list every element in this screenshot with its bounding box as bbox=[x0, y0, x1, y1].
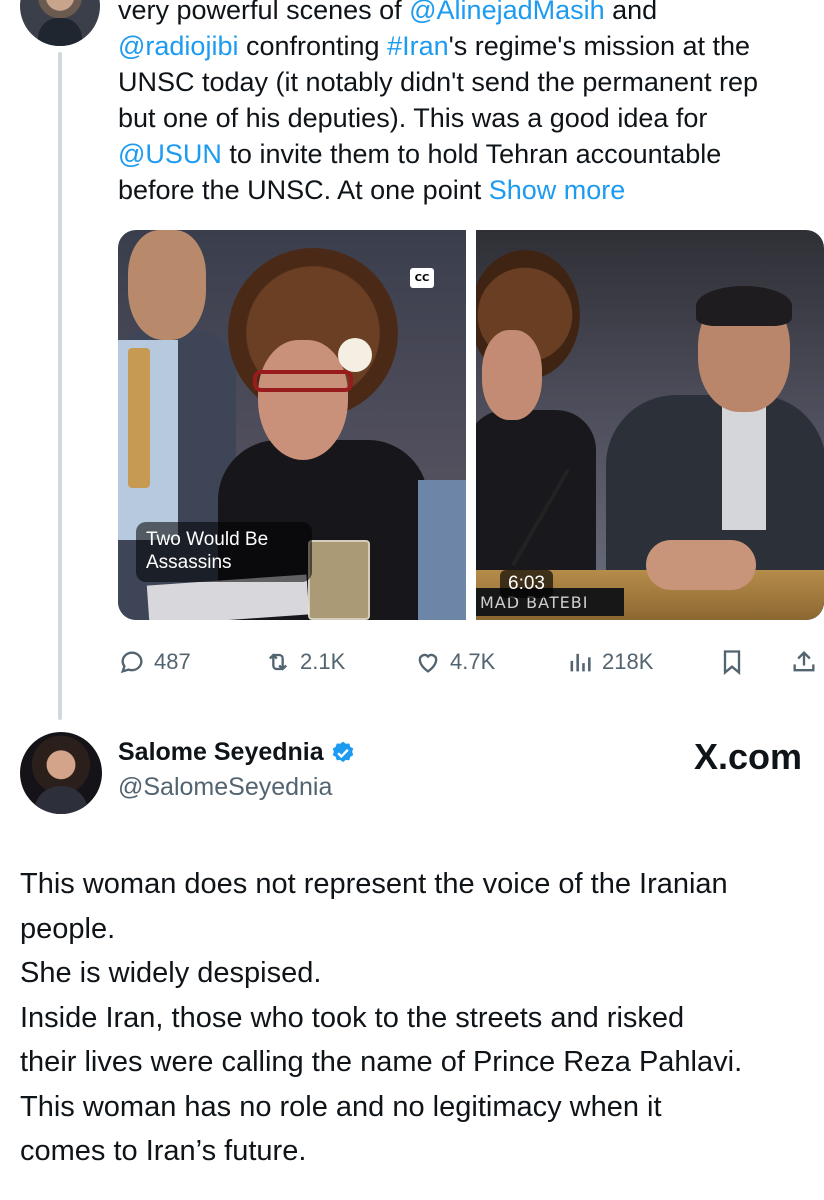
reply-button[interactable]: 487 bbox=[118, 644, 191, 680]
tweet-text-segment: 's regime's mission at the bbox=[448, 31, 751, 61]
reply-author-name[interactable]: Salome Seyednia bbox=[118, 738, 324, 767]
reply-icon bbox=[120, 651, 143, 674]
show-more-link[interactable]: Show more bbox=[489, 175, 626, 205]
reply-author-name-row[interactable]: Salome Seyednia bbox=[118, 738, 356, 767]
media-video-right[interactable]: MAD BATEBI 6:03 bbox=[476, 230, 824, 620]
tweet-link[interactable]: #Iran bbox=[387, 31, 449, 61]
media-figure bbox=[482, 330, 542, 420]
reply-author-handle[interactable]: @SalomeSeyednia bbox=[118, 773, 332, 802]
reply-text-line: She is widely despised. bbox=[20, 957, 322, 989]
tweet-line: UNSC today (it notably didn't send the p… bbox=[118, 64, 808, 100]
views-icon bbox=[570, 653, 591, 672]
views-button[interactable]: 218K bbox=[566, 644, 653, 680]
video-caption-label: Two Would Be Assassins bbox=[136, 522, 312, 582]
media-figure bbox=[253, 370, 353, 392]
media-figure bbox=[258, 340, 348, 460]
share-button[interactable] bbox=[790, 644, 818, 680]
tweet-line: but one of his deputies). This was a goo… bbox=[118, 100, 808, 136]
share-icon bbox=[793, 651, 815, 672]
verified-badge-icon bbox=[332, 741, 353, 762]
reply-count: 487 bbox=[154, 649, 191, 674]
media-figure bbox=[308, 540, 370, 620]
like-icon bbox=[418, 653, 438, 673]
tweet-text-segment: before the UNSC. At one point bbox=[118, 175, 489, 205]
repost-button[interactable]: 2.1K bbox=[264, 644, 345, 680]
tweet-text-segment: but one of his deputies). This was a goo… bbox=[118, 103, 708, 133]
thread-connector-line bbox=[58, 52, 62, 720]
media-video-left[interactable]: CC Two Would Be Assassins bbox=[118, 230, 466, 620]
reply-text-line: This woman does not represent the voice … bbox=[20, 868, 728, 900]
reply-text-line: This woman has no role and no legitimacy… bbox=[20, 1090, 662, 1123]
bookmark-icon bbox=[723, 650, 741, 675]
like-button[interactable]: 4.7K bbox=[414, 644, 495, 680]
reply-text-line: Inside Iran, those who took to the stree… bbox=[20, 1001, 685, 1034]
media-figure bbox=[128, 348, 150, 488]
video-duration-badge: 6:03 bbox=[500, 570, 553, 598]
author-avatar-top[interactable] bbox=[20, 0, 100, 46]
tweet-body: very powerful scenes of @AlinejadMasih a… bbox=[118, 0, 808, 208]
reply-text-line: people. bbox=[20, 912, 116, 945]
tweet-line: very powerful scenes of @AlinejadMasih a… bbox=[118, 0, 808, 28]
media-figure bbox=[128, 230, 206, 340]
bookmark-button[interactable] bbox=[718, 644, 746, 680]
tweet-action-bar: 487 2.1K 4.7K 218K bbox=[118, 644, 824, 680]
reply-text-line: comes to Iran’s future. bbox=[20, 1135, 307, 1167]
closed-captions-icon[interactable]: CC bbox=[410, 268, 434, 288]
tweet-text-segment: very powerful scenes of bbox=[118, 0, 410, 25]
media-figure bbox=[722, 400, 766, 530]
views-count: 218K bbox=[602, 649, 654, 674]
tweet-link[interactable]: @AlinejadMasih bbox=[409, 0, 605, 25]
repost-count: 2.1K bbox=[300, 649, 346, 674]
tweet-line: before the UNSC. At one point Show more bbox=[118, 172, 808, 208]
repost-icon bbox=[269, 653, 287, 671]
like-count: 4.7K bbox=[450, 649, 496, 674]
reply-text-line: their lives were calling the name of Pri… bbox=[20, 1046, 743, 1078]
tweet-link[interactable]: @radiojibi bbox=[118, 31, 238, 61]
tweet-link[interactable]: @USUN bbox=[118, 139, 222, 169]
tweet-line: @USUN to invite them to hold Tehran acco… bbox=[118, 136, 808, 172]
tweet-text-segment: and bbox=[604, 0, 658, 25]
media-figure bbox=[338, 338, 372, 372]
tweet-text-segment: confronting bbox=[238, 31, 388, 61]
media-figure bbox=[418, 480, 466, 620]
tweet-media[interactable]: CC Two Would Be Assassins MAD BATEBI 6:0… bbox=[118, 230, 824, 620]
reply-body: This woman does not represent the voice … bbox=[20, 862, 810, 1174]
reply-author-avatar[interactable] bbox=[20, 732, 102, 814]
x-com-watermark: X.com bbox=[693, 736, 802, 777]
media-figure bbox=[696, 286, 792, 326]
tweet-text-segment: UNSC today (it notably didn't send the p… bbox=[118, 67, 759, 97]
tweet-line: @radiojibi confronting #Iran's regime's … bbox=[118, 28, 808, 64]
media-figure bbox=[646, 540, 756, 590]
tweet-text-segment: to invite them to hold Tehran accountabl… bbox=[221, 139, 722, 169]
